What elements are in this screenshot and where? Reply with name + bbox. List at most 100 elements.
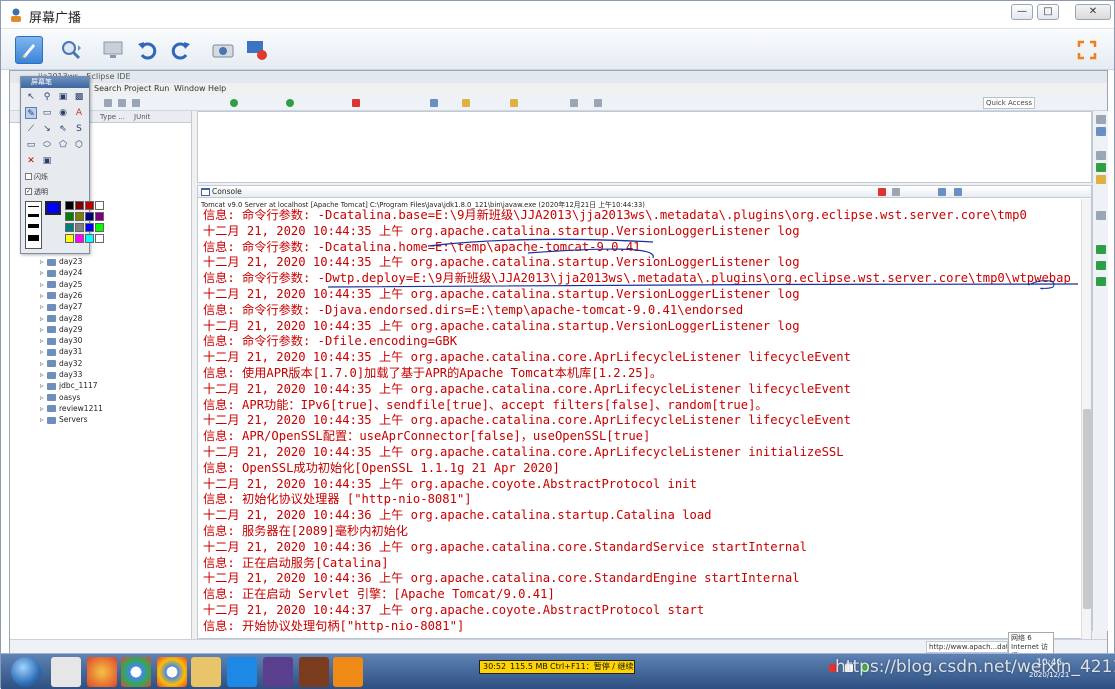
color-swatch[interactable] <box>75 223 84 232</box>
browser-app[interactable] <box>87 657 117 687</box>
view-icon[interactable] <box>1096 175 1106 184</box>
fill-icon[interactable]: ◉ <box>57 107 69 119</box>
forward-icon[interactable] <box>594 99 602 107</box>
taskbar-app[interactable] <box>299 657 329 687</box>
view-icon[interactable] <box>1096 115 1106 124</box>
expand-arrow-icon[interactable]: ▹ <box>40 267 47 278</box>
blink-checkbox[interactable] <box>25 173 32 180</box>
debug-icon[interactable] <box>230 99 238 107</box>
pin-console-icon[interactable] <box>954 188 962 196</box>
color-swatch[interactable] <box>85 212 94 221</box>
tree-item[interactable]: ▹ day25 <box>40 279 82 290</box>
explorer-app[interactable] <box>191 657 221 687</box>
menu-project[interactable]: Project <box>124 83 151 95</box>
tab-junit[interactable]: JUnit <box>134 113 150 121</box>
tree-item[interactable]: ▹ review1211 <box>40 403 103 414</box>
maximize-button[interactable]: □ <box>1037 4 1059 20</box>
expand-arrow-icon[interactable]: ▹ <box>40 403 47 414</box>
menu-window[interactable]: Window <box>174 83 206 95</box>
expand-arrow-icon[interactable]: ▹ <box>40 358 47 369</box>
save-icon[interactable]: ▩ <box>73 91 85 103</box>
eraser-icon[interactable]: ▭ <box>41 107 53 119</box>
tree-item[interactable]: ▹ day30 <box>40 335 82 346</box>
tree-item[interactable]: ▹ day26 <box>40 290 82 301</box>
tree-item[interactable]: ▹ day23 <box>40 256 82 267</box>
text-icon[interactable]: A <box>73 107 85 119</box>
tree-item[interactable]: ▹ day28 <box>40 313 82 324</box>
expand-arrow-icon[interactable]: ▹ <box>40 392 47 403</box>
view-icon[interactable] <box>1096 211 1106 220</box>
back-icon[interactable] <box>570 99 578 107</box>
color-swatch[interactable] <box>65 234 74 243</box>
stop-icon[interactable] <box>352 99 360 107</box>
quick-access-field[interactable]: Quick Access <box>983 97 1035 109</box>
color-swatch[interactable] <box>85 201 94 210</box>
curve-icon[interactable]: S <box>73 123 85 135</box>
fullscreen-button[interactable] <box>1073 36 1101 64</box>
console-scrollbar[interactable] <box>1081 199 1091 639</box>
transparent-checkbox[interactable]: ✓ <box>25 188 32 195</box>
rectangle-icon[interactable]: ▭ <box>25 139 37 151</box>
view-icon[interactable] <box>1096 127 1106 136</box>
ellipse-icon[interactable]: ⬭ <box>41 139 53 151</box>
tree-item[interactable]: ▹ day24 <box>40 267 82 278</box>
view-icon[interactable] <box>1096 163 1106 172</box>
expand-arrow-icon[interactable]: ▹ <box>40 346 47 357</box>
scroll-lock-icon[interactable] <box>938 188 946 196</box>
tree-item[interactable]: ▹ day27 <box>40 301 82 312</box>
tree-item[interactable]: ▹ day32 <box>40 358 82 369</box>
expand-arrow-icon[interactable]: ▹ <box>40 369 47 380</box>
tool-icon[interactable] <box>430 99 438 107</box>
menu-run[interactable]: Run <box>154 83 169 95</box>
color-swatch[interactable] <box>75 234 84 243</box>
color-swatch[interactable] <box>95 223 104 232</box>
remove-launch-icon[interactable] <box>892 188 900 196</box>
expand-arrow-icon[interactable]: ▹ <box>40 335 47 346</box>
color-swatch[interactable] <box>95 212 104 221</box>
chrome-app[interactable] <box>157 657 187 687</box>
zoom-icon[interactable]: ⚲ <box>41 91 53 103</box>
expand-arrow-icon[interactable]: ▹ <box>40 414 47 425</box>
terminate-icon[interactable] <box>878 188 886 196</box>
line-icon[interactable]: ⟋ <box>25 123 37 135</box>
expand-arrow-icon[interactable]: ▹ <box>40 324 47 335</box>
tab-type-hierarchy[interactable]: Type ... <box>100 113 125 121</box>
arrow-icon[interactable]: ↘ <box>41 123 53 135</box>
screenshot-icon[interactable]: ▣ <box>41 155 53 167</box>
expand-arrow-icon[interactable]: ▹ <box>40 313 47 324</box>
minimize-button[interactable]: — <box>1011 4 1033 20</box>
tool-icon[interactable] <box>132 99 140 107</box>
folder-icon[interactable] <box>510 99 518 107</box>
copy-icon[interactable]: ▣ <box>57 91 69 103</box>
line-width-picker[interactable] <box>25 201 42 249</box>
color-swatch[interactable] <box>85 223 94 232</box>
color-swatch[interactable] <box>65 223 74 232</box>
taskbar-app[interactable] <box>333 657 363 687</box>
color-swatch[interactable] <box>65 212 74 221</box>
tool-icon[interactable] <box>104 99 112 107</box>
start-button[interactable] <box>11 657 41 687</box>
expand-arrow-icon[interactable]: ▹ <box>40 301 47 312</box>
polygon-icon[interactable]: ⬠ <box>57 139 69 151</box>
view-icon[interactable] <box>1096 245 1106 254</box>
view-icon[interactable] <box>1096 151 1106 160</box>
color-swatch[interactable] <box>75 212 84 221</box>
pointer-icon[interactable]: ↖ <box>25 91 37 103</box>
tree-item[interactable]: ▹ day33 <box>40 369 82 380</box>
color-swatch[interactable] <box>65 201 74 210</box>
color-swatch[interactable] <box>95 201 104 210</box>
monitor-button[interactable] <box>99 36 127 64</box>
color-swatch[interactable] <box>85 234 94 243</box>
color-swatch[interactable] <box>75 201 84 210</box>
eclipse-app[interactable] <box>263 657 293 687</box>
console-tab[interactable]: Console <box>198 186 1091 198</box>
tree-item[interactable]: ▹ day29 <box>40 324 82 335</box>
tree-item[interactable]: ▹ day31 <box>40 346 82 357</box>
undo-button[interactable] <box>133 36 161 64</box>
current-color[interactable] <box>45 201 61 215</box>
pen-icon[interactable]: ✎ <box>25 107 37 119</box>
tool-icon[interactable] <box>118 99 126 107</box>
chrome-app[interactable] <box>121 657 151 687</box>
expand-arrow-icon[interactable]: ▹ <box>40 256 47 267</box>
view-icon[interactable] <box>1096 261 1106 270</box>
